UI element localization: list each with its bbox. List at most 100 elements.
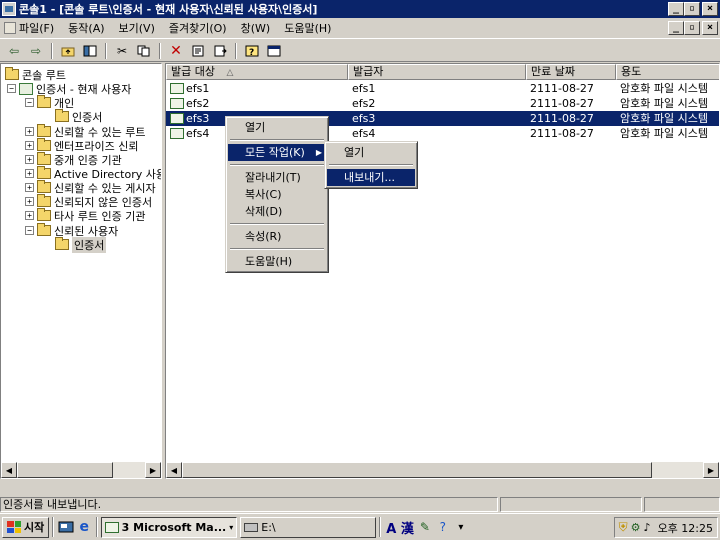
scroll-thumb[interactable] [182, 462, 652, 478]
menu-help[interactable]: 도움말(H) [277, 20, 338, 36]
clock[interactable]: 오후 12:25 [658, 520, 713, 536]
child-restore-button[interactable]: ▫ [684, 21, 700, 35]
ime-indicator[interactable]: A 漢 [386, 518, 414, 537]
scroll-left-arrow-icon[interactable]: ◀ [166, 462, 182, 478]
column-header-issued-by[interactable]: 발급자 [348, 64, 526, 80]
show-hide-tree-icon[interactable] [80, 42, 100, 60]
expand-icon[interactable]: + [25, 127, 34, 136]
table-row-efs2[interactable]: efs2 efs2 2111-08-27 암호화 파일 시스템 [166, 96, 719, 111]
child-minimize-button[interactable]: _ [668, 21, 684, 35]
group-dropdown-icon[interactable]: ▾ [229, 523, 233, 532]
list-horizontal-scrollbar[interactable]: ◀ ▶ [166, 462, 719, 478]
menu-file[interactable]: 파일(F) [0, 20, 61, 36]
windows-logo-icon [7, 521, 21, 533]
copy-icon[interactable] [134, 42, 154, 60]
status-bar: 인증서를 내보냅니다. [0, 497, 720, 512]
forward-arrow-icon[interactable]: ⇨ [26, 42, 46, 60]
taskbar-separator [379, 517, 382, 537]
delete-icon[interactable]: ✕ [166, 42, 186, 60]
security-shield-icon[interactable]: ⛨ [619, 520, 628, 535]
folder-open-icon [55, 237, 69, 250]
column-header-purpose[interactable]: 용도 [616, 64, 719, 80]
folder-open-icon [37, 223, 51, 236]
collapse-icon[interactable]: − [25, 226, 34, 235]
expand-icon[interactable]: + [25, 211, 34, 220]
scroll-right-arrow-icon[interactable]: ▶ [145, 462, 161, 478]
expand-icon[interactable]: + [25, 141, 34, 150]
network-icon[interactable]: ⚙ [631, 521, 641, 534]
title-bar[interactable]: 콘솔1 - [콘솔 루트\인증서 - 현재 사용자\신뢰된 사용자\인증서] _… [0, 0, 720, 18]
scroll-thumb[interactable] [17, 462, 113, 478]
folder-icon [37, 208, 51, 221]
menu-window[interactable]: 창(W) [234, 20, 278, 36]
properties-icon[interactable] [188, 42, 208, 60]
submenu-open[interactable]: 열기 [327, 144, 415, 161]
task-button-explorer[interactable]: E:\ [240, 516, 377, 538]
export-list-icon[interactable] [210, 42, 230, 60]
scroll-track[interactable] [182, 462, 703, 478]
show-desktop-icon[interactable] [57, 518, 75, 536]
all-tasks-submenu: 열기 내보내기... [324, 141, 418, 189]
menu-separator [230, 139, 324, 141]
context-properties[interactable]: 속성(R) [228, 228, 326, 245]
folder-open-icon [37, 95, 51, 108]
ime-pad-icon[interactable]: ✎ [416, 518, 434, 536]
table-row-efs1[interactable]: efs1 efs1 2111-08-27 암호화 파일 시스템 [166, 81, 719, 96]
expand-icon[interactable]: + [25, 155, 34, 164]
context-delete[interactable]: 삭제(D) [228, 203, 326, 220]
certificate-icon [170, 98, 184, 109]
context-open[interactable]: 열기 [228, 119, 326, 136]
collapse-icon[interactable]: − [25, 98, 34, 107]
minimize-button[interactable]: _ [668, 2, 684, 16]
expand-icon[interactable]: + [25, 169, 34, 178]
folder-icon [37, 152, 51, 165]
tree-horizontal-scrollbar[interactable]: ◀ ▶ [1, 462, 161, 478]
collapse-icon[interactable]: − [7, 84, 16, 93]
mmc-app-icon[interactable] [2, 2, 16, 16]
taskbar-separator [96, 517, 99, 537]
ime-options-icon[interactable]: ▾ [452, 518, 470, 536]
restore-button[interactable]: ▫ [684, 2, 700, 16]
expand-icon[interactable]: + [25, 183, 34, 192]
status-panel-2 [500, 497, 642, 512]
back-arrow-icon[interactable]: ⇦ [4, 42, 24, 60]
taskbar-separator [52, 517, 55, 537]
internet-explorer-icon[interactable]: e [75, 518, 93, 536]
scroll-left-arrow-icon[interactable]: ◀ [1, 462, 17, 478]
mmc-window-icon[interactable] [264, 42, 284, 60]
up-folder-icon[interactable] [58, 42, 78, 60]
tree-item-trusted-people-certificates[interactable]: 인증서 [55, 236, 107, 253]
column-header-issued-to[interactable]: 발급 대상 △ [166, 64, 348, 80]
context-help[interactable]: 도움말(H) [228, 253, 326, 270]
column-header-expiration[interactable]: 만료 날짜 [526, 64, 616, 80]
context-cut[interactable]: 잘라내기(T) [228, 169, 326, 186]
start-button[interactable]: 시작 [2, 516, 50, 538]
close-button[interactable]: × [702, 2, 718, 16]
context-all-tasks[interactable]: 모든 작업(K) ▶ [228, 144, 326, 161]
folder-icon [37, 194, 51, 207]
submenu-export[interactable]: 내보내기... [327, 169, 415, 186]
menu-favorites[interactable]: 즐겨찾기(O) [162, 20, 234, 36]
scroll-right-arrow-icon[interactable]: ▶ [703, 462, 719, 478]
svg-text:?: ? [249, 48, 254, 57]
help-icon[interactable]: ? [242, 42, 262, 60]
console-tree[interactable]: 콘솔 루트 − 인증서 - 현재 사용자 − 개인 인증서 + 신뢰할 수 있는… [0, 63, 162, 479]
menu-action[interactable]: 동작(A) [61, 20, 111, 36]
context-copy[interactable]: 복사(C) [228, 186, 326, 203]
tree-item-personal-certificates[interactable]: 인증서 [55, 109, 102, 124]
certificate-icon [170, 83, 184, 94]
tree-item-personal[interactable]: − 개인 [25, 95, 74, 110]
console-doc-icon[interactable] [4, 22, 16, 34]
certificate-icon [170, 113, 184, 124]
submenu-arrow-icon: ▶ [315, 148, 322, 157]
ime-help-icon[interactable]: ? [434, 518, 452, 536]
task-button-mmc[interactable]: 3 Microsoft Ma... ▾ [101, 516, 238, 538]
menu-view[interactable]: 보기(V) [112, 20, 162, 36]
volume-icon[interactable]: ♪ [644, 521, 651, 534]
expand-icon[interactable]: + [25, 197, 34, 206]
tree-item-third-party-root[interactable]: + 타사 루트 인증 기관 [25, 208, 145, 223]
certificate-icon [170, 128, 184, 139]
scroll-track[interactable] [17, 462, 145, 478]
child-close-button[interactable]: × [702, 21, 718, 35]
cut-icon[interactable]: ✂ [112, 42, 132, 60]
